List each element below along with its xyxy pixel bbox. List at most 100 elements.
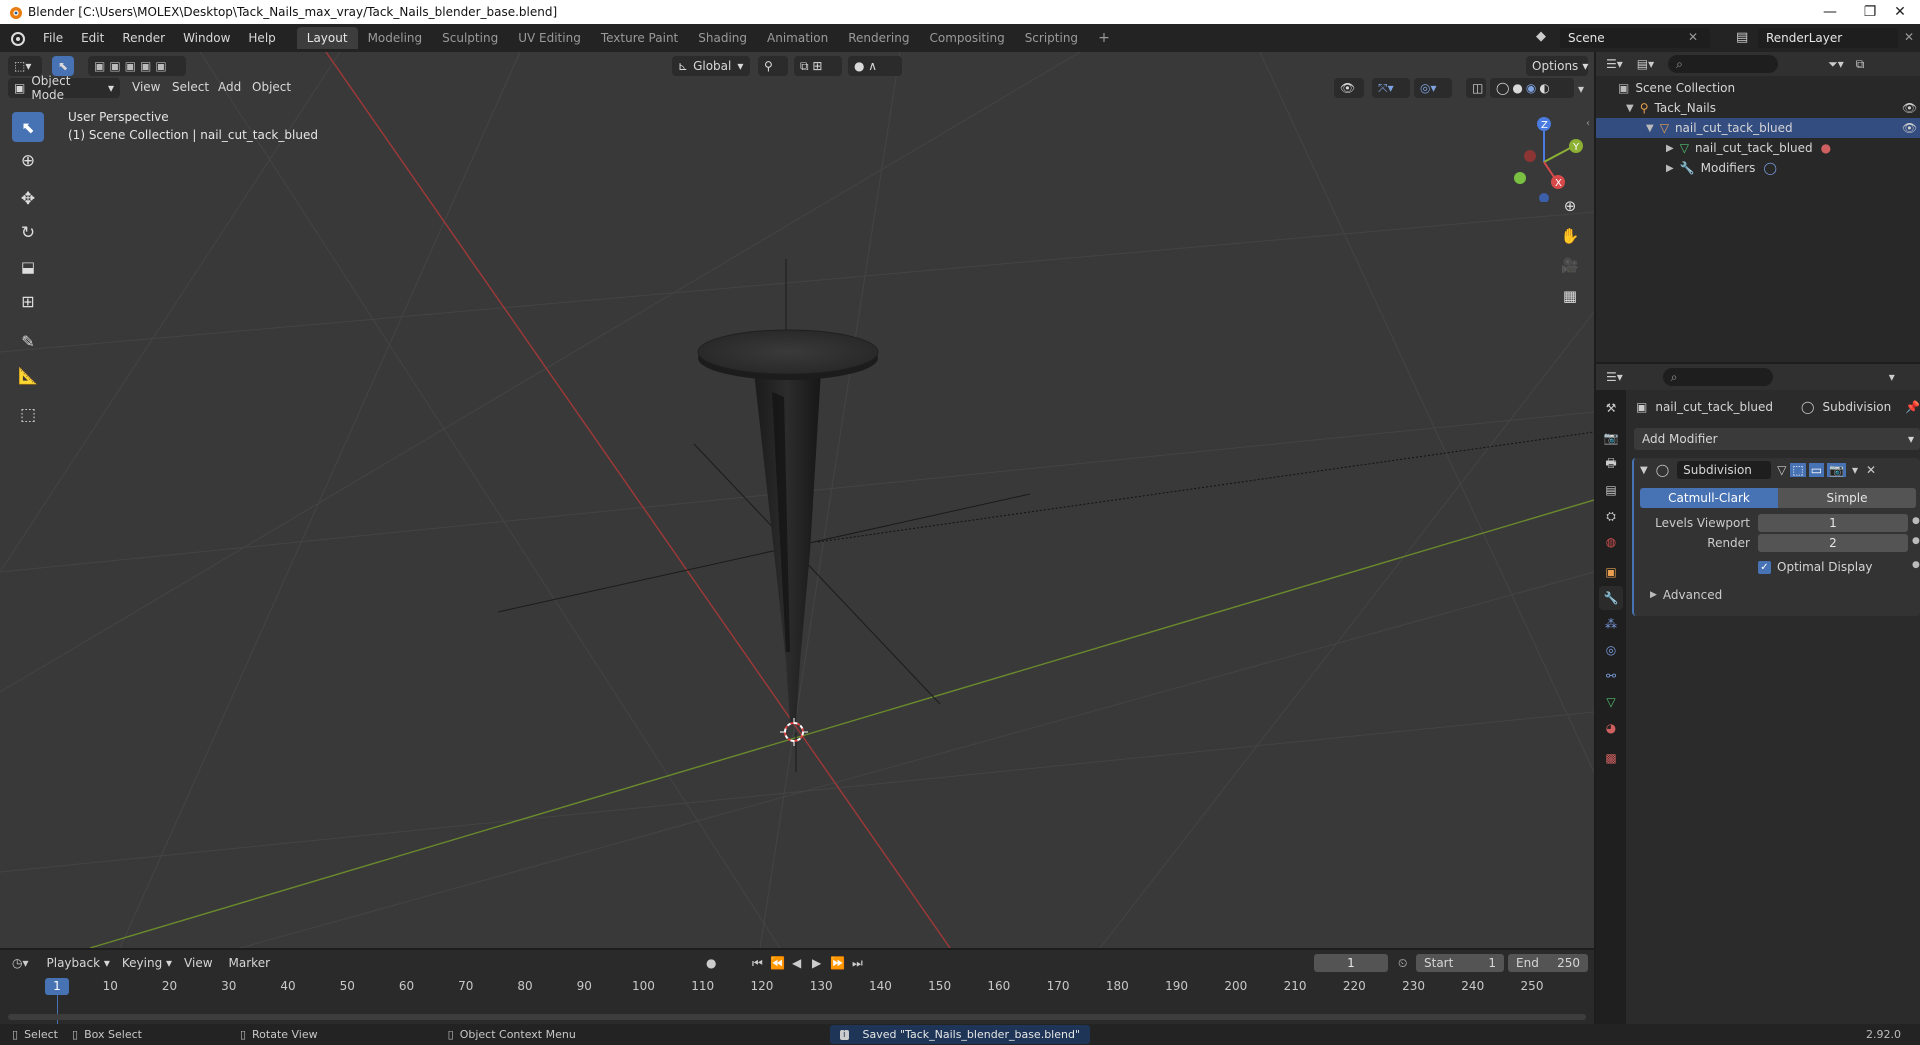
levels-viewport-field[interactable]: 1 (1758, 514, 1908, 532)
visibility-eye-icon[interactable]: 👁 (1902, 121, 1917, 135)
selection-mode-icons[interactable]: ▣▣▣▣▣ (88, 56, 186, 76)
start-frame-field[interactable]: Start 1 (1416, 954, 1504, 972)
outliner-search-input[interactable]: ⌕ (1668, 55, 1779, 73)
modifier-tab-icon[interactable]: 🔧 (1599, 586, 1623, 610)
remove-modifier-icon[interactable]: ✕ (1866, 463, 1876, 477)
particles-tab-icon[interactable]: ⁂ (1599, 612, 1623, 636)
prev-keyframe-icon[interactable]: ⏪ (770, 956, 785, 970)
render-tab-icon[interactable]: 📷 (1599, 426, 1623, 450)
menu-timeline-view[interactable]: View (184, 956, 212, 970)
render-toggle-icon[interactable]: 📷 (1827, 463, 1847, 477)
tab-modeling[interactable]: Modeling (358, 27, 433, 49)
pan-hand-icon[interactable]: ✋ (1556, 222, 1584, 250)
camera-view-icon[interactable]: 🎥 (1556, 252, 1584, 280)
viewport-toggle-icon[interactable]: ▭ (1808, 463, 1825, 477)
tab-shading[interactable]: Shading (688, 27, 757, 49)
menu-playback[interactable]: Playback ▾ (47, 956, 110, 970)
object-mode-dropdown[interactable]: ▣ Object Mode ▾ (8, 74, 120, 102)
chevron-down-icon[interactable]: ▾ (1889, 370, 1895, 384)
transform-orientation-dropdown[interactable]: ⊾ Global ▾ (672, 56, 750, 76)
sidebar-toggle-icon[interactable]: ‹ (1586, 118, 1590, 129)
transform-tool[interactable]: ⊞ (12, 286, 44, 316)
zoom-icon[interactable]: ⊕ (1556, 192, 1584, 220)
timeline-scrollbar[interactable] (8, 1014, 1586, 1020)
tab-sculpting[interactable]: Sculpting (432, 27, 508, 49)
menu-help[interactable]: Help (239, 31, 284, 45)
view-layer-tab-icon[interactable]: ▤ (1599, 478, 1623, 502)
tab-scripting[interactable]: Scripting (1015, 27, 1088, 49)
new-collection-icon[interactable]: ⧉ (1856, 57, 1865, 72)
proportional-editing-icon[interactable]: ● ∧ (848, 56, 902, 76)
timeline-editor-icon[interactable]: ◷▾ (12, 956, 29, 970)
3d-viewport[interactable]: ⬚▾ ⬉ ▣▣▣▣▣ ⊾ Global ▾ ⚲ ⧉ ⊞ ● ∧ Options ▾ ▣… (0, 52, 1594, 948)
overlay-toggle-icon[interactable]: ◎▾ (1414, 78, 1452, 98)
catmull-clark-option[interactable]: Catmull-Clark (1640, 488, 1778, 508)
jump-start-icon[interactable]: ⏮ (752, 956, 763, 971)
constraints-tab-icon[interactable]: ⚯ (1599, 664, 1623, 688)
move-tool[interactable]: ✥ (12, 184, 44, 214)
rotate-tool[interactable]: ↻ (12, 218, 44, 248)
play-reverse-icon[interactable]: ◀ (792, 956, 801, 970)
physics-tab-icon[interactable]: ◎ (1599, 638, 1623, 662)
modifier-name-field[interactable]: Subdivision (1677, 461, 1772, 479)
gizmo-toggle-icon[interactable]: ⤧▾ (1372, 78, 1410, 98)
modifier-menu-icon[interactable]: ▾ (1852, 463, 1858, 477)
menu-add[interactable]: Add (218, 80, 241, 94)
tab-uv-editing[interactable]: UV Editing (508, 27, 591, 49)
display-mode-icon[interactable]: ▤▾ (1637, 57, 1654, 71)
outliner-item-mesh[interactable]: ▶ ▽ nail_cut_tack_blued ● (1596, 138, 1920, 158)
tab-compositing[interactable]: Compositing (919, 27, 1014, 49)
scale-tool[interactable]: ⬓ (12, 252, 44, 282)
editor-type-button[interactable]: ⬚▾ (8, 56, 42, 76)
outliner-scene-collection[interactable]: ▣ Scene Collection (1596, 78, 1920, 98)
tab-rendering[interactable]: Rendering (838, 27, 919, 49)
add-modifier-dropdown[interactable]: Add Modifier ▾ (1634, 428, 1920, 450)
outliner-editor-icon[interactable]: ☰▾ (1606, 57, 1623, 71)
properties-search-input[interactable]: ⌕ (1662, 368, 1773, 386)
edit-mode-toggle-icon[interactable]: ▽ (1777, 463, 1786, 477)
view-layer-remove-icon[interactable]: ✕ (1904, 30, 1914, 44)
select-tool-icon[interactable]: ⬉ (52, 56, 74, 76)
minimize-button[interactable]: — (1810, 0, 1850, 24)
scene-tab-icon[interactable]: ⛭ (1599, 504, 1623, 528)
scene-remove-icon[interactable]: ✕ (1688, 30, 1698, 44)
collapse-arrow-icon[interactable]: ▼ (1640, 465, 1648, 476)
pin-icon[interactable]: 📌 (1905, 400, 1920, 414)
filter-icon[interactable]: ⏷▾ (1828, 57, 1844, 72)
shading-mode-icons[interactable]: ◯● ◉ ◐ (1490, 78, 1574, 98)
next-keyframe-icon[interactable]: ⏩ (830, 956, 845, 970)
add-workspace-icon[interactable]: + (1088, 26, 1120, 50)
select-box-tool[interactable]: ⬉ (12, 112, 44, 142)
navigation-gizmo[interactable]: Z Y X (1500, 112, 1590, 202)
output-tab-icon[interactable]: 🖶 (1599, 452, 1623, 476)
pivot-point-icon[interactable]: ⚲ (758, 56, 788, 76)
tab-texture-paint[interactable]: Texture Paint (591, 27, 688, 49)
outliner-item-tack-nails[interactable]: ▼ ⚲ Tack_Nails 👁 (1596, 98, 1920, 118)
keyframe-dot-icon[interactable]: ● (1912, 560, 1920, 570)
keyframe-dot-icon[interactable]: ● (1912, 536, 1920, 546)
scene-browse-icon[interactable]: ◆ (1536, 29, 1554, 47)
tab-layout[interactable]: Layout (296, 27, 358, 49)
play-icon[interactable]: ▶ (812, 956, 821, 970)
menu-file[interactable]: File (34, 31, 72, 45)
menu-object[interactable]: Object (252, 80, 291, 94)
render-levels-field[interactable]: 2 (1758, 534, 1908, 552)
visibility-eye-icon[interactable]: 👁 (1902, 101, 1917, 115)
outliner-item-modifiers[interactable]: ▶ 🔧 Modifiers ◯ (1596, 158, 1920, 178)
cursor-tool[interactable]: ⊕ (12, 146, 44, 176)
menu-keying[interactable]: Keying ▾ (122, 956, 172, 970)
ortho-grid-icon[interactable]: ▦ (1556, 282, 1584, 310)
cage-toggle-icon[interactable]: ⬚ (1790, 463, 1806, 477)
menu-edit[interactable]: Edit (72, 31, 113, 45)
measure-tool[interactable]: 📐 (12, 360, 44, 390)
timeline-ruler[interactable]: 1 10 20 30 40 50 60 70 80 90 100 110 120 130 140 150 160… (8, 976, 1586, 1025)
current-frame-field[interactable]: 1 (1314, 954, 1388, 972)
world-tab-icon[interactable]: ◍ (1599, 530, 1623, 554)
options-dropdown[interactable]: Options ▾ (1526, 56, 1588, 76)
optimal-display-checkbox[interactable]: ✓ Optimal Display (1758, 558, 1873, 576)
record-button-icon[interactable]: ● (706, 956, 716, 970)
texture-tab-icon[interactable]: ▩ (1599, 746, 1623, 770)
snapping-icon[interactable]: ⧉ ⊞ (794, 56, 842, 76)
outliner-item-object[interactable]: ▼ ▽ nail_cut_tack_blued 👁 (1596, 118, 1920, 138)
tab-animation[interactable]: Animation (757, 27, 838, 49)
